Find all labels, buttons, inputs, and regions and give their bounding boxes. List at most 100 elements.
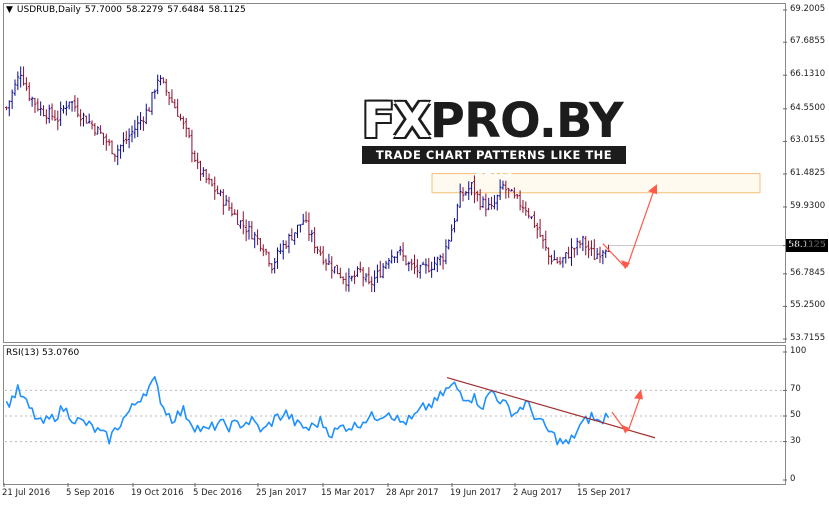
ohlc-bar (358, 261, 362, 273)
ohlc-bar (418, 264, 422, 279)
ohlc-bar (159, 75, 162, 86)
ohlc-bar (558, 256, 562, 265)
ohlc-bar (590, 240, 593, 256)
ohlc-bar (578, 240, 582, 249)
ohlc-bar (324, 258, 328, 271)
ohlc-bar (290, 228, 294, 241)
ohlc-bar (390, 249, 393, 264)
ohlc-bar (293, 232, 296, 245)
collapse-triangle-icon[interactable]: ▼ (6, 5, 13, 15)
ohlc-bar (393, 256, 396, 263)
ohlc-bar (279, 243, 282, 255)
ohlc-bar (193, 150, 197, 163)
ohlc-bar (484, 193, 488, 217)
ohlc-bar (222, 189, 225, 215)
ohlc-bar (553, 250, 556, 261)
ohlc-bar (584, 236, 588, 256)
ohlc-bar (244, 219, 248, 242)
ohlc-bar (304, 211, 308, 223)
ohlc-bar (210, 178, 214, 187)
ohlc-bar (450, 224, 453, 242)
ohlc-bar (25, 77, 28, 91)
ohlc-bar (444, 239, 448, 265)
chart-canvas[interactable] (0, 0, 829, 505)
ohlc-bar (176, 98, 179, 117)
ohlc-bar (327, 253, 331, 265)
ohlc-bar (7, 100, 11, 117)
ohlc-bar (427, 258, 431, 273)
ohlc-bar (13, 79, 17, 96)
ohlc-bar (524, 201, 528, 216)
forecast-arrow-up (626, 190, 655, 268)
ohlc-bar (62, 105, 65, 114)
rsi-tick-label: 70 (790, 384, 801, 395)
ohlc-bar (156, 74, 159, 95)
ohlc-bar (204, 168, 208, 184)
ohlc-bar (344, 272, 348, 292)
ohlc-bar (133, 119, 137, 139)
price-tick-label: 66.1310 (790, 69, 826, 80)
ohlc-bar (33, 97, 37, 114)
ohlc-bar (421, 261, 425, 265)
ohlc-bar (259, 237, 262, 252)
time-tick-label: 15 Sep 2017 (577, 488, 631, 498)
ohlc-bar (353, 270, 356, 284)
ohlc-bar (595, 247, 599, 259)
ohlc-bar (142, 116, 145, 131)
ohlc-bar (336, 264, 339, 275)
ohlc-bar (173, 99, 177, 109)
ohlc-bar (521, 199, 525, 213)
ohlc-bar (330, 256, 334, 279)
ohlc-bar (45, 109, 48, 125)
time-tick-label: 15 Mar 2017 (321, 488, 375, 498)
ohlc-bar (47, 104, 51, 124)
ohlc-bar (447, 239, 451, 250)
ohlc-bar (490, 196, 493, 210)
ohlc-bar (456, 203, 459, 222)
ohlc-bar (53, 109, 57, 121)
ohlc-bar (230, 202, 234, 217)
ohlc-bar (22, 66, 25, 86)
price-tick-label: 61.4825 (790, 167, 826, 178)
ohlc-bar (82, 112, 85, 127)
ohlc-bar (199, 160, 202, 181)
ohlc-bar (5, 106, 8, 111)
low-value: 57.6484 (167, 5, 205, 15)
ohlc-bar (30, 96, 34, 107)
ohlc-bar (307, 212, 311, 241)
ohlc-bar (162, 77, 165, 84)
ohlc-bar (321, 246, 325, 265)
price-tick-label: 67.6855 (790, 36, 826, 47)
ohlc-bar (87, 113, 91, 124)
ohlc-bar (493, 195, 496, 210)
ohlc-bar (250, 221, 254, 240)
ohlc-bar (56, 110, 60, 131)
ohlc-bar (113, 153, 117, 162)
ohlc-bar (241, 211, 245, 235)
ohlc-bar (224, 195, 228, 206)
ohlc-bar (139, 112, 142, 131)
ohlc-bar (341, 276, 345, 285)
ohlc-bar (530, 216, 533, 220)
ohlc-bar (247, 220, 251, 240)
ohlc-bar (487, 197, 491, 211)
ohlc-bar (36, 98, 40, 112)
ohlc-bar (79, 109, 82, 127)
ohlc-bar (281, 240, 285, 260)
price-tick-label: 64.5500 (790, 102, 826, 113)
ohlc-bar (273, 257, 276, 274)
ohlc-bar (284, 240, 288, 250)
ohlc-bar (333, 266, 336, 274)
ohlc-bar (50, 103, 54, 121)
ohlc-bar (130, 125, 134, 143)
ohlc-bar (136, 115, 140, 137)
ohlc-bar (356, 266, 359, 278)
ohlc-bar (96, 126, 100, 135)
ohlc-bar (416, 259, 419, 278)
ohlc-bar (264, 248, 268, 256)
ohlc-bar (316, 246, 319, 255)
ohlc-bar (119, 144, 122, 159)
ohlc-bar (364, 272, 368, 283)
ohlc-bar (90, 120, 94, 130)
ohlc-bar (147, 107, 151, 112)
